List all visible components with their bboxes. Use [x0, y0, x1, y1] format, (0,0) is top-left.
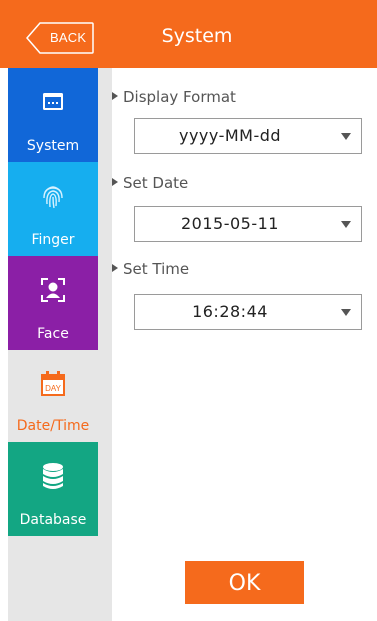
set-date-label: Set Date — [112, 174, 188, 192]
sidebar: System Finger Face DAY Date/Time Databas… — [8, 68, 112, 621]
set-time-label: Set Time — [112, 260, 189, 278]
calendar-icon: DAY — [41, 371, 65, 396]
sidebar-item-database[interactable]: Database — [8, 442, 98, 536]
back-button[interactable]: BACK — [26, 22, 94, 54]
display-format-label-text: Display Format — [123, 88, 236, 106]
dropdown-caret-icon — [341, 309, 351, 316]
set-time-label-text: Set Time — [123, 260, 190, 278]
window-icon — [43, 93, 63, 110]
sidebar-item-face[interactable]: Face — [8, 256, 98, 350]
svg-text:DAY: DAY — [45, 384, 62, 393]
dropdown-caret-icon — [341, 133, 351, 140]
face-scan-icon — [41, 278, 65, 302]
sidebar-item-finger[interactable]: Finger — [8, 162, 98, 256]
bullet-arrow-icon — [112, 263, 118, 272]
set-time-value: 16:28:44 — [192, 302, 268, 321]
settings-panel: Display Format yyyy-MM-dd Set Date 2015-… — [112, 68, 377, 621]
back-button-label: BACK — [50, 30, 87, 45]
sidebar-item-label: Date/Time — [16, 418, 90, 434]
database-icon — [43, 463, 63, 489]
sidebar-item-label: Finger — [31, 232, 75, 248]
header-bar: BACK System — [0, 0, 377, 68]
set-date-value: 2015-05-11 — [181, 214, 279, 233]
sidebar-item-label: Database — [19, 512, 87, 528]
sidebar-item-date-time[interactable]: DAY Date/Time — [8, 350, 98, 442]
sidebar-item-system[interactable]: System — [8, 68, 98, 162]
sidebar-item-label: System — [26, 138, 80, 154]
bullet-arrow-icon — [112, 177, 118, 186]
set-date-label-text: Set Date — [123, 174, 189, 192]
set-date-select[interactable]: 2015-05-11 — [134, 206, 362, 242]
page-title: System — [161, 25, 233, 47]
display-format-value: yyyy-MM-dd — [178, 126, 282, 145]
display-format-label: Display Format — [112, 88, 236, 106]
sidebar-item-label: Face — [37, 326, 69, 342]
set-time-select[interactable]: 16:28:44 — [134, 294, 362, 330]
bullet-arrow-icon — [112, 91, 118, 100]
dropdown-caret-icon — [341, 221, 351, 228]
ok-button[interactable]: OK — [185, 561, 304, 604]
fingerprint-icon — [43, 186, 63, 209]
display-format-select[interactable]: yyyy-MM-dd — [134, 118, 362, 154]
